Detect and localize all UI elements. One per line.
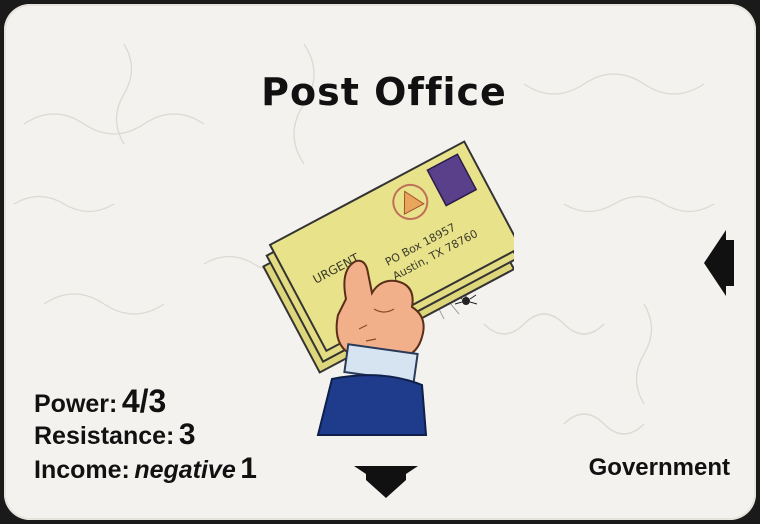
resistance-value: 3 [178,418,196,451]
hand-holding-mail-illustration: URGENT PO Box 18957 Austin, TX 78760 [262,140,514,436]
income-value: 1 [240,452,257,485]
power-value: 4/3 [121,383,167,419]
power-stat: Power: 4/3 [34,384,257,418]
card-title: Post Office [261,70,507,114]
arrow-down-icon [354,466,418,498]
suit-sleeve [316,374,428,436]
power-label: Power: [34,390,118,418]
arrow-left-icon [704,230,734,296]
card-stats: Power: 4/3 Resistance: 3 Income: negativ… [34,384,257,486]
income-qualifier: negative [134,456,236,484]
resistance-stat: Resistance: 3 [34,418,257,452]
card: Post Office URGENT PO Box 18957 Austin, … [4,4,756,520]
alignment-label: Government [588,454,730,481]
income-label: Income: [34,456,130,484]
resistance-label: Resistance: [34,422,175,450]
income-stat: Income: negative 1 [34,452,257,486]
